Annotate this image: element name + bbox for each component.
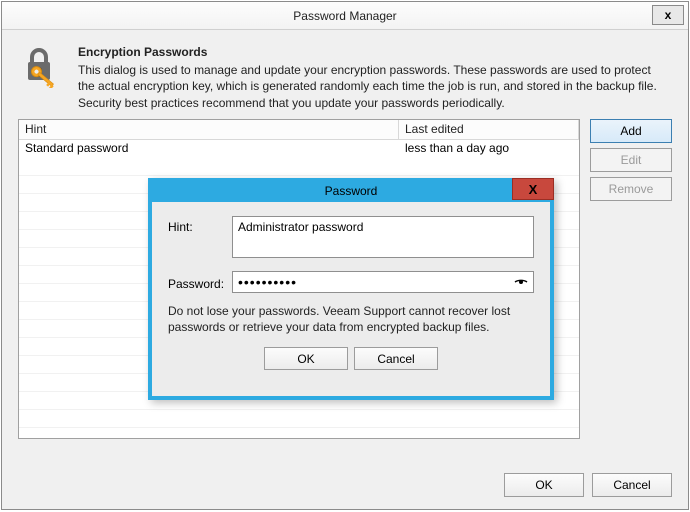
cancel-button[interactable]: Cancel <box>592 473 672 497</box>
lock-key-icon <box>20 44 64 111</box>
password-input[interactable] <box>232 271 534 293</box>
password-dialog: Password X Hint: Password: <box>148 178 554 400</box>
modal-close-button[interactable]: X <box>512 178 554 200</box>
modal-title: Password <box>325 184 378 198</box>
warning-text: Do not lose your passwords. Veeam Suppor… <box>168 303 534 335</box>
modal-ok-button[interactable]: OK <box>264 347 348 370</box>
reveal-password-icon[interactable] <box>512 273 530 291</box>
password-manager-window: Password Manager x <box>1 1 689 510</box>
modal-titlebar: Password X <box>148 178 554 202</box>
hint-label: Hint: <box>168 216 232 234</box>
edit-button: Edit <box>590 148 672 172</box>
close-button[interactable]: x <box>652 5 684 25</box>
column-last-edited[interactable]: Last edited <box>399 120 579 140</box>
header-block: Encryption Passwords This dialog is used… <box>2 30 688 119</box>
window-title: Password Manager <box>293 9 396 23</box>
cell-edited: less than a day ago <box>399 140 579 158</box>
password-label: Password: <box>168 273 232 291</box>
hint-input[interactable] <box>232 216 534 258</box>
add-button[interactable]: Add <box>590 119 672 143</box>
column-hint[interactable]: Hint <box>19 120 399 140</box>
cell-hint: Standard password <box>19 140 399 158</box>
ok-button[interactable]: OK <box>504 473 584 497</box>
header-heading: Encryption Passwords <box>78 44 670 60</box>
header-description: This dialog is used to manage and update… <box>78 62 670 111</box>
remove-button: Remove <box>590 177 672 201</box>
titlebar: Password Manager x <box>2 2 688 30</box>
table-row[interactable]: Standard password less than a day ago <box>19 140 579 158</box>
grid-header: Hint Last edited <box>19 120 579 140</box>
modal-cancel-button[interactable]: Cancel <box>354 347 438 370</box>
